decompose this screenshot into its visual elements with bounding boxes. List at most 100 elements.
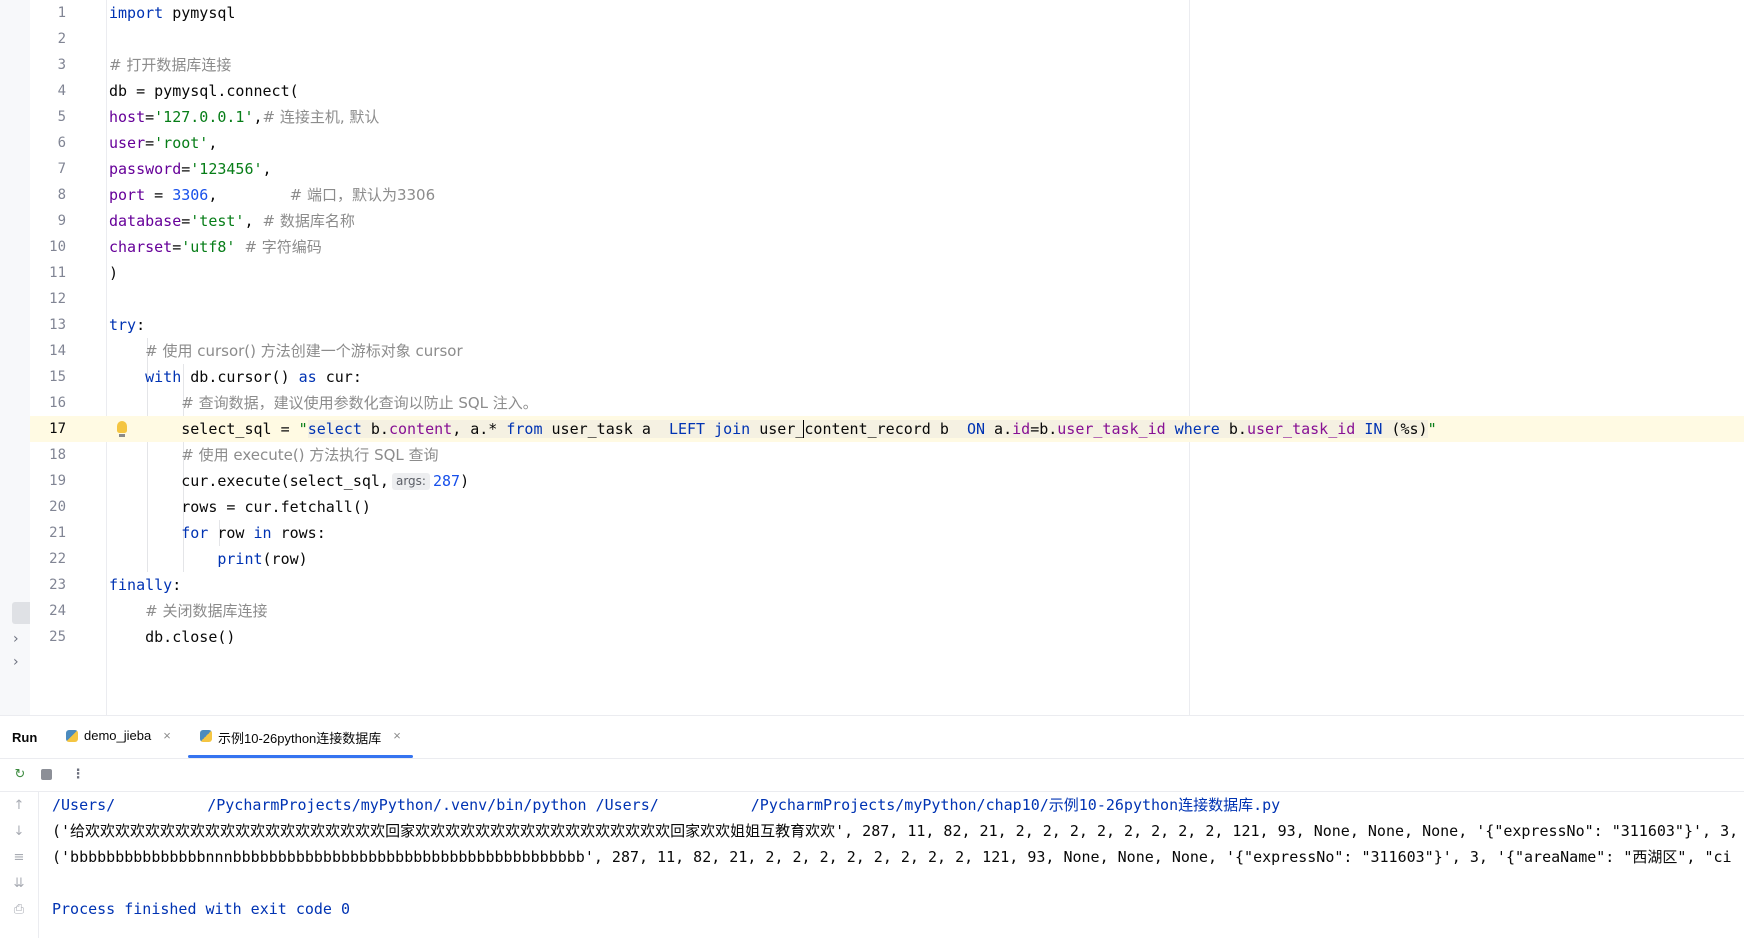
code-text: db = pymysql.connect( xyxy=(109,82,299,100)
soft-wrap-icon[interactable]: ≡ xyxy=(11,850,27,866)
code-line[interactable]: 16 # 查询数据，建议使用参数化查询以防止 SQL 注入。 xyxy=(30,390,1744,416)
keyword: with xyxy=(145,368,182,386)
code-line[interactable]: 20 rows = cur.fetchall() xyxy=(30,494,1744,520)
line-number: 15 xyxy=(49,369,66,385)
arrow-up-icon[interactable]: ↑ xyxy=(11,798,27,814)
code-line[interactable]: 12 xyxy=(30,286,1744,312)
rerun-icon[interactable]: ↻ xyxy=(12,767,28,783)
code-line[interactable]: 19 cur.execute(select_sql, args: 287) xyxy=(30,468,1744,494)
line-number: 19 xyxy=(49,473,66,489)
code-line[interactable]: 4 db = pymysql.connect( xyxy=(30,78,1744,104)
code-line[interactable]: 23 finally: xyxy=(30,572,1744,598)
line-number: 23 xyxy=(49,577,66,593)
line-number: 16 xyxy=(49,395,66,411)
code-text: cur: xyxy=(316,368,362,386)
code-line[interactable]: 2 xyxy=(30,26,1744,52)
code-line[interactable]: 14 # 使用 cursor() 方法创建一个游标对象 cursor xyxy=(30,338,1744,364)
code-line[interactable]: 7 password='123456', xyxy=(30,156,1744,182)
code-line[interactable]: 1 import pymysql xyxy=(30,0,1744,26)
code-editor[interactable]: › › 1 import pymysql 2 3 # 打开数据库连接 4 db = p… xyxy=(0,0,1744,715)
sql-text: content_record b xyxy=(804,420,967,438)
code-line[interactable]: 10 charset='utf8' # 字符编码 xyxy=(30,234,1744,260)
code-line[interactable]: 13 try: xyxy=(30,312,1744,338)
more-icon[interactable]: ⋮ xyxy=(70,767,86,783)
tab-demo-jieba[interactable]: demo_jieba × xyxy=(66,728,171,758)
console-output[interactable]: /Users/ /PycharmProjects/myPython/.venv/b… xyxy=(52,792,1744,938)
line-number: 7 xyxy=(57,161,66,177)
code-line[interactable]: 8 port = 3306, # 端口，默认为3306 xyxy=(30,182,1744,208)
console-output-row: ('给欢欢欢欢欢欢欢欢欢欢欢欢欢欢欢欢欢欢欢欢回家欢欢欢欢欢欢欢欢欢欢欢欢欢欢欢… xyxy=(52,822,1739,840)
comment: # 打开数据库连接 xyxy=(109,56,232,74)
code-line[interactable]: 21 for row in rows: xyxy=(30,520,1744,546)
close-icon[interactable]: × xyxy=(393,728,401,743)
code-line[interactable]: 6 user='root', xyxy=(30,130,1744,156)
code-line[interactable]: 25 db.close() xyxy=(30,624,1744,650)
sql-column: content xyxy=(388,420,453,438)
chevron-right-icon[interactable]: › xyxy=(13,632,19,646)
line-number: 3 xyxy=(57,57,66,73)
code-text: (row) xyxy=(262,550,308,568)
line-number: 24 xyxy=(49,603,66,619)
keyword: try xyxy=(109,316,137,334)
line-number: 13 xyxy=(49,317,66,333)
sql-text: b. xyxy=(361,420,389,438)
string-literal: 'test' xyxy=(190,212,245,230)
code-line[interactable]: 22 print(row) xyxy=(30,546,1744,572)
sql-keyword: LEFT join xyxy=(668,420,751,438)
string-literal: '123456' xyxy=(190,160,263,178)
redacted-username xyxy=(115,798,208,812)
builtin-function: print xyxy=(217,550,263,568)
console-output-row: ('bbbbbbbbbbbbbbbnnnbbbbbbbbbbbbbbbbbbbb… xyxy=(52,848,1732,866)
string-quote: " xyxy=(298,420,308,438)
line-number: 9 xyxy=(57,213,66,229)
stop-icon[interactable] xyxy=(38,767,54,783)
string-quote: " xyxy=(1427,420,1437,438)
code-text: select_sql = xyxy=(181,420,299,438)
code-line[interactable]: 11) xyxy=(30,260,1744,286)
scroll-to-end-icon[interactable]: ⇊ xyxy=(11,876,27,892)
line-number: 25 xyxy=(49,629,66,645)
sql-keyword: ON xyxy=(966,420,986,438)
print-icon[interactable]: ⎙ xyxy=(11,902,27,918)
bookmark-marker xyxy=(12,602,30,624)
close-icon[interactable]: × xyxy=(163,728,171,743)
keyword: for xyxy=(181,524,209,542)
sql-column: user_task_id xyxy=(1057,420,1166,438)
console-text: /PycharmProjects/myPython/chap10/示例10-26… xyxy=(750,796,1281,814)
tab-run-config-active[interactable]: 示例10-26python连接数据库 × xyxy=(188,728,413,758)
code-line[interactable]: 3 # 打开数据库连接 xyxy=(30,52,1744,78)
keyword: import xyxy=(109,4,164,22)
line-number: 5 xyxy=(57,109,66,125)
number-literal: 3306 xyxy=(172,186,209,204)
line-number: 4 xyxy=(57,83,66,99)
code-text: rows: xyxy=(271,524,326,542)
run-toolbar: ↻ ⋮ xyxy=(0,759,1744,792)
code-line[interactable]: 5 host='127.0.0.1',# 连接主机, 默认 xyxy=(30,104,1744,130)
code-text: db.close() xyxy=(145,628,236,646)
comment: # 查询数据，建议使用参数化查询以防止 SQL 注入。 xyxy=(181,394,538,412)
line-number: 18 xyxy=(49,447,66,463)
comment: # 关闭数据库连接 xyxy=(145,602,268,620)
code-line[interactable]: 18 # 使用 execute() 方法执行 SQL 查询 xyxy=(30,442,1744,468)
code-text: cur.execute(select_sql, xyxy=(181,472,389,490)
process-exit-message: Process finished with exit code 0 xyxy=(52,900,351,918)
line-number: 10 xyxy=(49,239,66,255)
string-literal: 'utf8' xyxy=(181,238,236,256)
code-text: rows = cur.fetchall() xyxy=(181,498,371,516)
code-line[interactable]: 24 # 关闭数据库连接 xyxy=(30,598,1744,624)
line-number: 20 xyxy=(49,499,66,515)
arrow-down-icon[interactable]: ↓ xyxy=(11,824,27,840)
code-line-active[interactable]: 17 select_sql = "select b.content, a.* f… xyxy=(30,416,1744,442)
kwarg-name: charset xyxy=(109,238,173,256)
code-area[interactable]: 1 import pymysql 2 3 # 打开数据库连接 4 db = pymys… xyxy=(30,0,1744,650)
code-line[interactable]: 15 with db.cursor() as cur: xyxy=(30,364,1744,390)
run-panel-title: Run xyxy=(12,730,38,745)
chevron-right-icon[interactable]: › xyxy=(13,655,19,669)
code-text: ) xyxy=(109,264,119,282)
kwarg-name: host xyxy=(109,108,146,126)
code-line[interactable]: 9 database='test', # 数据库名称 xyxy=(30,208,1744,234)
number-literal: 287 xyxy=(432,472,461,490)
kwarg-name: user xyxy=(109,134,146,152)
console-text: /PycharmProjects/myPython/.venv/bin/pyth… xyxy=(207,796,659,814)
